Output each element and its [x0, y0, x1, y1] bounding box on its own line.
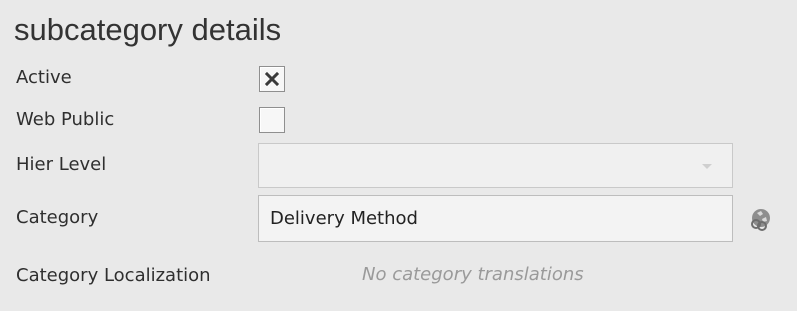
hier-level-label: Hier Level: [16, 154, 107, 175]
category-value: Delivery Method: [270, 208, 418, 229]
active-label: Active: [16, 67, 72, 88]
web-public-checkbox[interactable]: [259, 107, 285, 133]
category-localization-value: No category translations: [362, 264, 584, 285]
chevron-down-icon: [702, 164, 712, 169]
active-checkbox[interactable]: [259, 66, 285, 92]
panel-title: subcategory details: [14, 12, 282, 47]
category-label: Category: [16, 207, 99, 228]
globe-link-icon[interactable]: [748, 205, 774, 231]
checkmark-x-icon: [265, 72, 279, 86]
web-public-label: Web Public: [16, 109, 115, 130]
category-field[interactable]: Delivery Method: [258, 195, 733, 242]
hier-level-dropdown[interactable]: [258, 143, 733, 188]
subcategory-details-panel: subcategory details Active Web Public Hi…: [0, 0, 797, 311]
category-localization-label: Category Localization: [16, 265, 211, 286]
